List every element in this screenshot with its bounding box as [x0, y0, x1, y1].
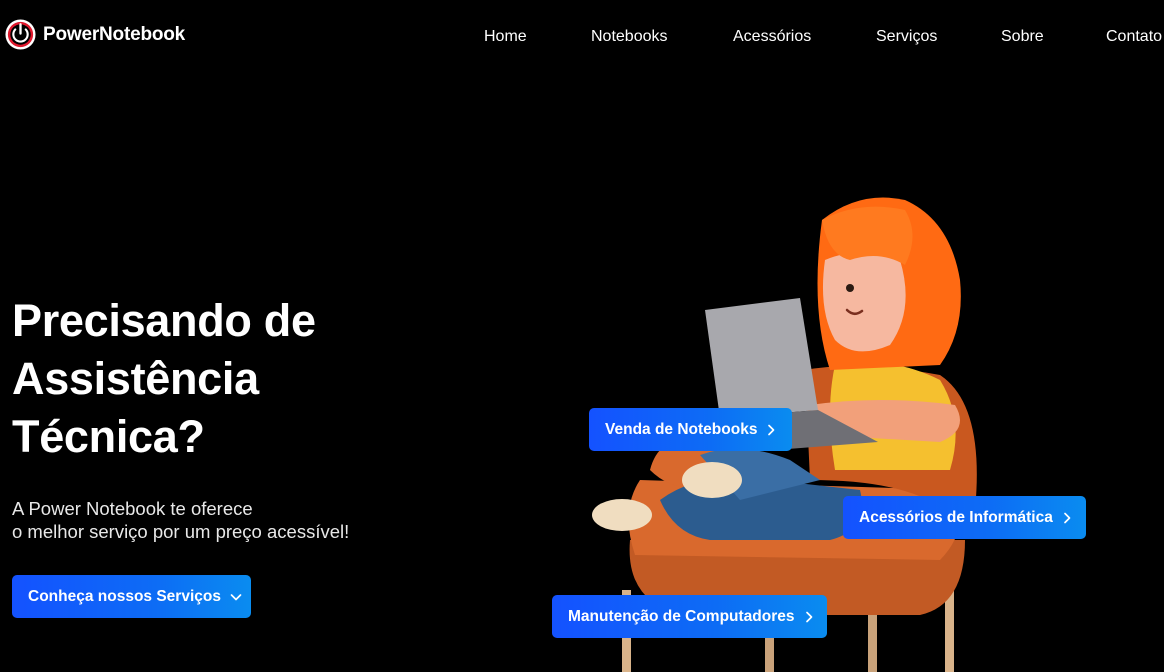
hero-subtitle: A Power Notebook te oferece o melhor ser… — [12, 497, 432, 543]
hero-title-line-1: Precisando de — [12, 295, 316, 346]
hero-title-line-3: Técnica? — [12, 411, 205, 462]
nav-item-acessorios[interactable]: Acessórios — [733, 28, 811, 46]
hero-subtitle-line-2: o melhor serviço por um preço acessível! — [12, 521, 350, 542]
hero-title-line-2: Assistência — [12, 353, 259, 404]
hero-title: Precisando de Assistência Técnica? — [12, 292, 372, 466]
chevron-right-icon — [768, 424, 775, 435]
service-tag-label: Venda de Notebooks — [605, 420, 758, 438]
main-nav: Home Notebooks Acessórios Serviços Sobre… — [0, 28, 1164, 50]
chevron-right-icon — [1063, 512, 1071, 523]
service-tag-manutencao-computadores[interactable]: Manutenção de Computadores — [552, 595, 827, 638]
landing-page: PowerNotebook Home Notebooks Acessórios … — [0, 0, 1164, 672]
services-cta-label: Conheça nossos Serviços — [28, 587, 221, 605]
hero-subtitle-line-1: A Power Notebook te oferece — [12, 498, 253, 519]
nav-item-contato[interactable]: Contato — [1106, 28, 1162, 46]
service-tag-label: Manutenção de Computadores — [568, 607, 795, 625]
chevron-down-icon — [230, 593, 242, 600]
service-tag-label: Acessórios de Informática — [859, 508, 1053, 526]
nav-item-servicos[interactable]: Serviços — [876, 28, 937, 46]
chevron-right-icon — [805, 611, 812, 622]
service-tag-venda-notebooks[interactable]: Venda de Notebooks — [589, 408, 792, 451]
nav-item-notebooks[interactable]: Notebooks — [591, 28, 668, 46]
nav-item-sobre[interactable]: Sobre — [1001, 28, 1044, 46]
services-cta-button[interactable]: Conheça nossos Serviços — [12, 575, 251, 618]
service-tag-acessorios-informatica[interactable]: Acessórios de Informática — [843, 496, 1086, 539]
nav-item-home[interactable]: Home — [484, 28, 527, 46]
site-header: PowerNotebook Home Notebooks Acessórios … — [0, 0, 1164, 76]
